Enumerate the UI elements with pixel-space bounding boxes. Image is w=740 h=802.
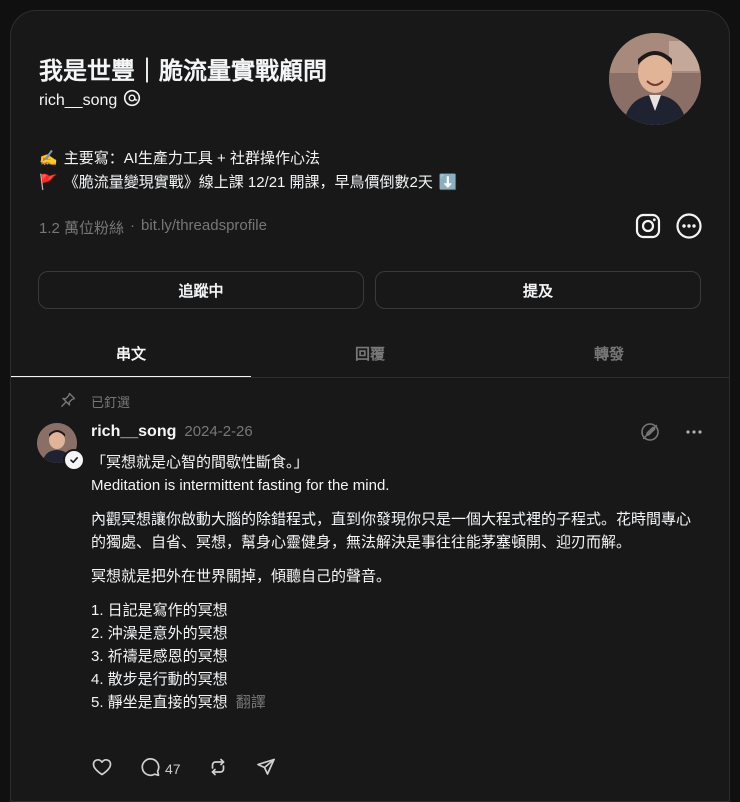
repost-button[interactable] xyxy=(207,756,229,781)
down-arrow-icon: ⬇️ xyxy=(438,174,458,191)
pinned-row: 已釘選 xyxy=(59,391,130,412)
meta-separator: · xyxy=(130,217,136,234)
profile-name: 我是世豐｜脆流量實戰顧問 xyxy=(39,58,327,85)
pinned-label: 已釘選 xyxy=(91,395,131,410)
profile-meta: 1.2 萬位粉絲 · bit.ly/threadsprofile xyxy=(39,217,267,238)
writing-hand-icon: ✍️ xyxy=(39,150,58,167)
post-actions: 47 xyxy=(91,756,303,781)
profile-handle: rich__song xyxy=(39,91,118,109)
list-item: 4. 散步是行動的冥想 xyxy=(91,671,228,688)
profile-link[interactable]: bit.ly/threadsprofile xyxy=(141,217,267,238)
following-button[interactable]: 追蹤中 xyxy=(38,271,364,309)
heart-icon xyxy=(91,756,113,781)
list-item: 3. 祈禱是感恩的冥想 xyxy=(91,648,228,665)
active-tab-indicator xyxy=(11,376,251,377)
post-body: 「冥想就是心智的間歇性斷食。」 Meditation is intermitte… xyxy=(91,451,703,714)
red-flag-icon: 🚩 xyxy=(39,174,58,191)
post-paragraph-3: 冥想就是把外在世界關掉，傾聽自己的聲音。 xyxy=(91,568,392,585)
post-quote-english: Meditation is intermittent fasting for t… xyxy=(91,477,390,494)
reply-count: 47 xyxy=(165,760,181,777)
bio-line-2: 《脆流量變現實戰》線上課 12/21 開課，早鳥價倒數2天 xyxy=(63,174,433,191)
profile-panel: 我是世豐｜脆流量實戰顧問 rich__song ✍️ 主要寫：AI生產力工具 +… xyxy=(10,10,730,802)
post-date[interactable]: 2024-2-26 xyxy=(184,423,252,440)
verified-check-icon xyxy=(63,449,85,471)
tab-replies[interactable]: 回覆 xyxy=(250,329,490,377)
post-username[interactable]: rich__song xyxy=(91,423,176,441)
edit-off-icon[interactable] xyxy=(639,421,661,448)
threads-badge-icon[interactable] xyxy=(123,89,141,112)
repost-icon xyxy=(207,756,229,781)
reply-button[interactable]: 47 xyxy=(139,756,181,781)
pin-icon xyxy=(59,391,77,412)
list-item: 1. 日記是寫作的冥想 xyxy=(91,602,228,619)
list-item: 2. 沖澡是意外的冥想 xyxy=(91,625,228,642)
comment-icon xyxy=(139,756,161,781)
share-button[interactable] xyxy=(255,756,277,781)
tabs-divider xyxy=(11,377,729,378)
bio-line-1: 主要寫：AI生產力工具 + 社群操作心法 xyxy=(63,150,320,167)
ellipsis-icon[interactable] xyxy=(683,421,705,448)
post-quote: 「冥想就是心智的間歇性斷食。」 xyxy=(91,454,309,471)
follower-count[interactable]: 1.2 萬位粉絲 xyxy=(39,217,124,238)
mention-button[interactable]: 提及 xyxy=(375,271,701,309)
list-item: 5. 靜坐是直接的冥想 xyxy=(91,694,228,711)
tab-reposts[interactable]: 轉發 xyxy=(489,329,729,377)
profile-avatar[interactable] xyxy=(609,33,701,125)
handle-row: rich__song xyxy=(39,89,141,112)
send-icon xyxy=(255,756,277,781)
post-header: rich__song 2024-2-26 xyxy=(91,423,253,441)
translate-link[interactable]: 翻譯 xyxy=(236,694,266,711)
like-button[interactable] xyxy=(91,756,113,781)
post-paragraph-2: 內觀冥想讓你啟動大腦的除錯程式，直到你發現你只是一個大程式裡的子程式。花時間專心… xyxy=(91,511,692,551)
instagram-icon[interactable] xyxy=(633,211,663,241)
tab-threads[interactable]: 串文 xyxy=(11,329,251,377)
post-header-icons xyxy=(639,421,705,448)
more-circle-icon[interactable] xyxy=(674,211,704,241)
profile-bio: ✍️ 主要寫：AI生產力工具 + 社群操作心法 🚩 《脆流量變現實戰》線上課 1… xyxy=(39,147,458,195)
